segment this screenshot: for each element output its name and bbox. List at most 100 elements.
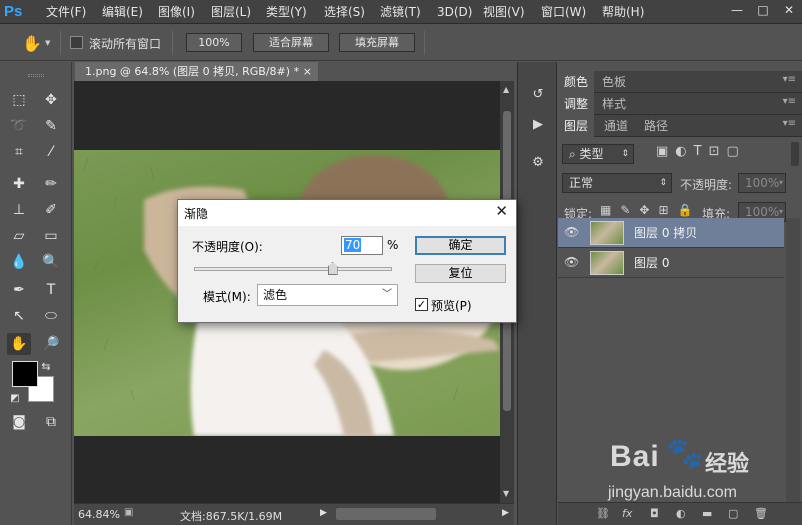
default-colors-icon[interactable]: ◩ <box>8 388 22 410</box>
menu-filter[interactable]: 滤镜(T) <box>380 0 421 24</box>
opacity-slider[interactable] <box>194 267 392 271</box>
eyedropper-tool-icon[interactable]: ⁄ <box>39 141 63 163</box>
mode-select[interactable]: 滤色 ﹀ <box>257 284 398 306</box>
path-selection-tool-icon[interactable]: ↖ <box>7 305 31 327</box>
watermark-url: jingyan.baidu.com <box>608 484 737 501</box>
blend-mode-select[interactable]: 正常 ⇕ <box>562 173 672 193</box>
fit-screen-button[interactable]: 适合屏幕 <box>253 33 329 52</box>
watermark-brand: Bai <box>610 440 660 473</box>
updown-icon: ⇕ <box>659 178 667 188</box>
lasso-tool-icon[interactable]: ➰ <box>7 115 31 137</box>
ok-button[interactable]: 确定 <box>415 236 506 255</box>
collapsed-panel-dock: ↺ ▶ ⚙ <box>517 62 557 525</box>
ellipse-tool-icon[interactable]: ⬭ <box>39 305 63 327</box>
eraser-tool-icon[interactable]: ▱ <box>7 225 31 247</box>
zoom-level[interactable]: 64.84% <box>78 508 120 521</box>
layer-filter-kind-select[interactable]: ⌕ 类型 ⇕ <box>562 144 634 164</box>
menu-3d[interactable]: 3D(D) <box>437 0 472 24</box>
menu-type[interactable]: 类型(Y) <box>266 0 307 24</box>
menu-select[interactable]: 选择(S) <box>324 0 365 24</box>
gradient-tool-icon[interactable]: ▭ <box>39 225 63 247</box>
lock-icons[interactable]: ▦✎✥⊞🔒 <box>600 203 701 217</box>
opacity-input[interactable]: 70 <box>341 236 383 255</box>
screen-mode-icon[interactable]: ⧉ <box>39 411 63 433</box>
opacity-slider-thumb[interactable] <box>327 262 338 275</box>
opacity-field[interactable]: 100% ▾ <box>738 173 786 193</box>
layer-row[interactable]: 👁 图层 0 拷贝 <box>558 218 784 248</box>
tool-preset-dropdown-icon[interactable]: ▼ <box>45 39 50 47</box>
hand-tool-icon[interactable]: ✋ <box>22 34 42 53</box>
zoom-tool-icon[interactable]: 🔎 <box>39 333 63 355</box>
tab-paths[interactable]: 路径 <box>638 115 674 137</box>
maximize-icon[interactable]: □ <box>750 0 776 22</box>
layer-name[interactable]: 图层 0 拷贝 <box>634 224 697 241</box>
opacity-label: 不透明度: <box>680 178 733 192</box>
scroll-all-windows-checkbox[interactable] <box>70 36 83 49</box>
reset-button[interactable]: 复位 <box>415 264 506 283</box>
status-menu-arrow-icon[interactable]: ▶ <box>320 508 327 518</box>
scroll-right-icon[interactable]: ▶ <box>502 508 509 518</box>
menu-view[interactable]: 视图(V) <box>483 0 525 24</box>
pen-tool-icon[interactable]: ✒ <box>7 279 31 301</box>
dodge-tool-icon[interactable]: 🔍 <box>39 251 63 273</box>
foreground-color-swatch[interactable] <box>12 361 38 387</box>
close-icon[interactable]: ✕ <box>776 0 802 22</box>
panel-menu-icon[interactable]: ▾≡ <box>783 96 796 107</box>
tab-styles[interactable]: 样式 <box>596 93 632 115</box>
layer-row[interactable]: 👁 图层 0 <box>558 248 784 278</box>
menu-edit[interactable]: 编辑(E) <box>102 0 143 24</box>
menu-image[interactable]: 图像(I) <box>158 0 195 24</box>
tab-channels[interactable]: 通道 <box>598 115 634 137</box>
crop-tool-icon[interactable]: ⌗ <box>7 141 31 163</box>
layer-filter-icons[interactable]: ▣◐T⊡▢ <box>656 144 786 164</box>
panel-menu-icon[interactable]: ▾≡ <box>783 118 796 129</box>
brush-tool-icon[interactable]: ✏ <box>39 173 63 195</box>
history-brush-tool-icon[interactable]: ✐ <box>39 199 63 221</box>
menu-file[interactable]: 文件(F) <box>46 0 86 24</box>
swap-colors-icon[interactable]: ⇆ <box>38 356 54 378</box>
scroll-down-icon[interactable]: ▼ <box>503 489 509 498</box>
zoom-100-button[interactable]: 100% <box>186 33 242 52</box>
fill-screen-button[interactable]: 填充屏幕 <box>339 33 415 52</box>
preview-checkbox[interactable]: ✓ <box>415 298 428 311</box>
scroll-up-icon[interactable]: ▲ <box>503 85 509 94</box>
status-bar: 64.84% ▣ 文档:867.5K/1.69M ▶ ▶ <box>74 503 514 525</box>
history-panel-icon[interactable]: ↺ <box>527 84 549 106</box>
menu-help[interactable]: 帮助(H) <box>602 0 644 24</box>
layer-name[interactable]: 图层 0 <box>634 254 669 271</box>
tab-color[interactable]: 颜色 <box>558 71 595 93</box>
close-icon[interactable]: ✕ <box>495 202 508 220</box>
tab-adjustments[interactable]: 调整 <box>558 93 595 115</box>
tab-swatches[interactable]: 色板 <box>596 71 632 93</box>
properties-panel-icon[interactable]: ⚙ <box>527 152 549 174</box>
window-controls: — □ ✕ <box>724 0 802 22</box>
close-tab-icon[interactable]: × <box>303 62 312 81</box>
hand-tool-icon[interactable]: ✋ <box>7 333 31 355</box>
eye-icon[interactable]: 👁 <box>564 225 579 239</box>
quick-select-tool-icon[interactable]: ✎ <box>39 115 63 137</box>
watermark-cn: 经验 <box>705 452 750 477</box>
healing-brush-tool-icon[interactable]: ✚ <box>7 173 31 195</box>
filter-toggle[interactable] <box>791 142 799 166</box>
minimize-icon[interactable]: — <box>724 0 750 22</box>
document-tab[interactable]: 1.png @ 64.8% (图层 0 拷贝, RGB/8#) * × <box>75 62 318 81</box>
panel-grip[interactable] <box>28 74 44 77</box>
actions-panel-icon[interactable]: ▶ <box>527 114 549 136</box>
clone-stamp-tool-icon[interactable]: ⊥ <box>7 199 31 221</box>
panel-menu-icon[interactable]: ▾≡ <box>783 74 796 85</box>
eye-icon[interactable]: 👁 <box>564 255 579 269</box>
horizontal-scrollbar-thumb[interactable] <box>336 508 436 520</box>
move-tool-icon[interactable]: ✥ <box>39 89 63 111</box>
dialog-title-bar[interactable]: 渐隐 ✕ <box>178 200 516 226</box>
menu-layer[interactable]: 图层(L) <box>211 0 251 24</box>
options-bar: ✋ ▼ 滚动所有窗口 100% 适合屏幕 填充屏幕 <box>0 25 802 61</box>
quick-mask-icon[interactable]: ◙ <box>7 411 31 433</box>
type-tool-icon[interactable]: T <box>39 279 63 301</box>
tab-layers[interactable]: 图层 <box>558 115 595 137</box>
status-icon[interactable]: ▣ <box>124 507 133 518</box>
opacity-value: 100% <box>745 176 780 190</box>
marquee-tool-icon[interactable]: ⬚ <box>7 89 31 111</box>
document-tab-title: 1.png @ 64.8% (图层 0 拷贝, RGB/8#) * <box>85 65 300 78</box>
menu-window[interactable]: 窗口(W) <box>541 0 586 24</box>
blur-tool-icon[interactable]: 💧 <box>7 251 31 273</box>
